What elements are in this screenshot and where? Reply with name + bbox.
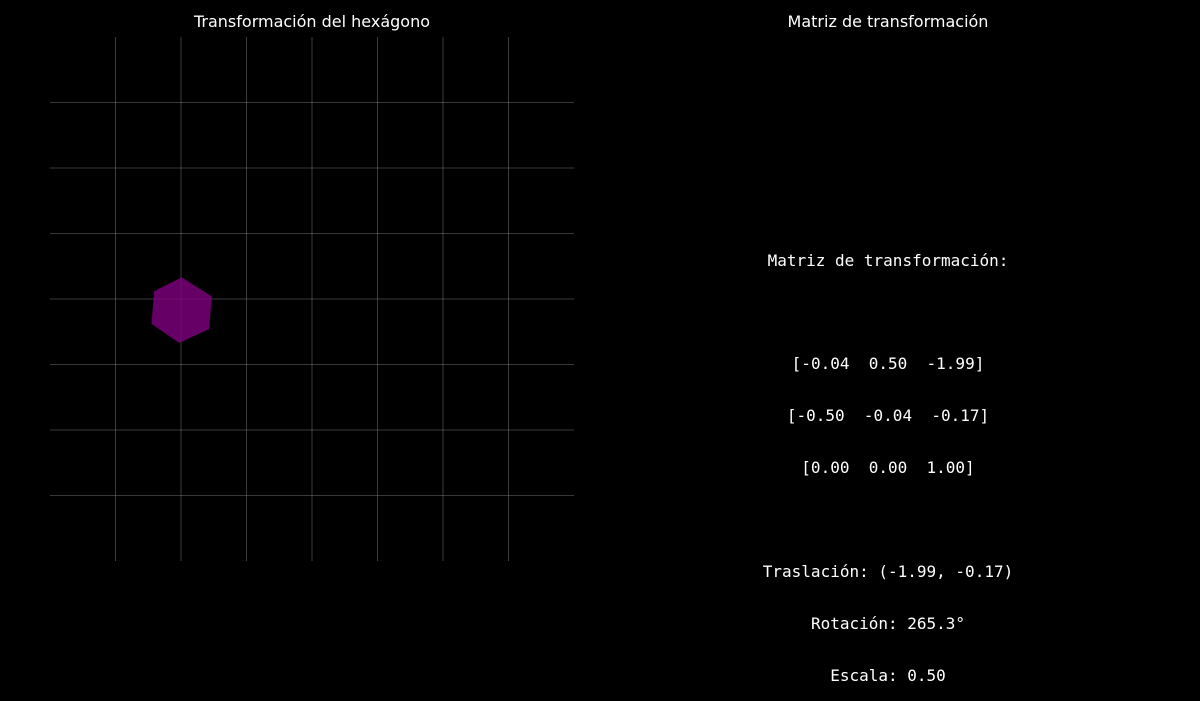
scale-text: Escala: 0.50: [830, 665, 946, 685]
matrix-row-1: [-0.04 0.50 -1.99]: [791, 354, 985, 374]
matrix-row-2: [-0.50 -0.04 -0.17]: [786, 406, 990, 426]
matrix-info: Matriz de transformación: [-0.04 0.50 -1…: [626, 217, 1150, 701]
matrix-heading: Matriz de transformación:: [767, 250, 1009, 270]
translation-text: Traslación: (-1.99, -0.17): [762, 561, 1014, 581]
matrix-row-3: [0.00 0.00 1.00]: [801, 458, 975, 478]
matrix-panel-title: Matriz de transformación: [787, 12, 989, 31]
hexagon-plot: [50, 37, 574, 561]
plot-title: Transformación del hexágono: [193, 12, 431, 31]
rotation-text: Rotación: 265.3°: [810, 613, 966, 633]
hexagon-shape: [151, 277, 212, 343]
grid: [50, 37, 574, 561]
